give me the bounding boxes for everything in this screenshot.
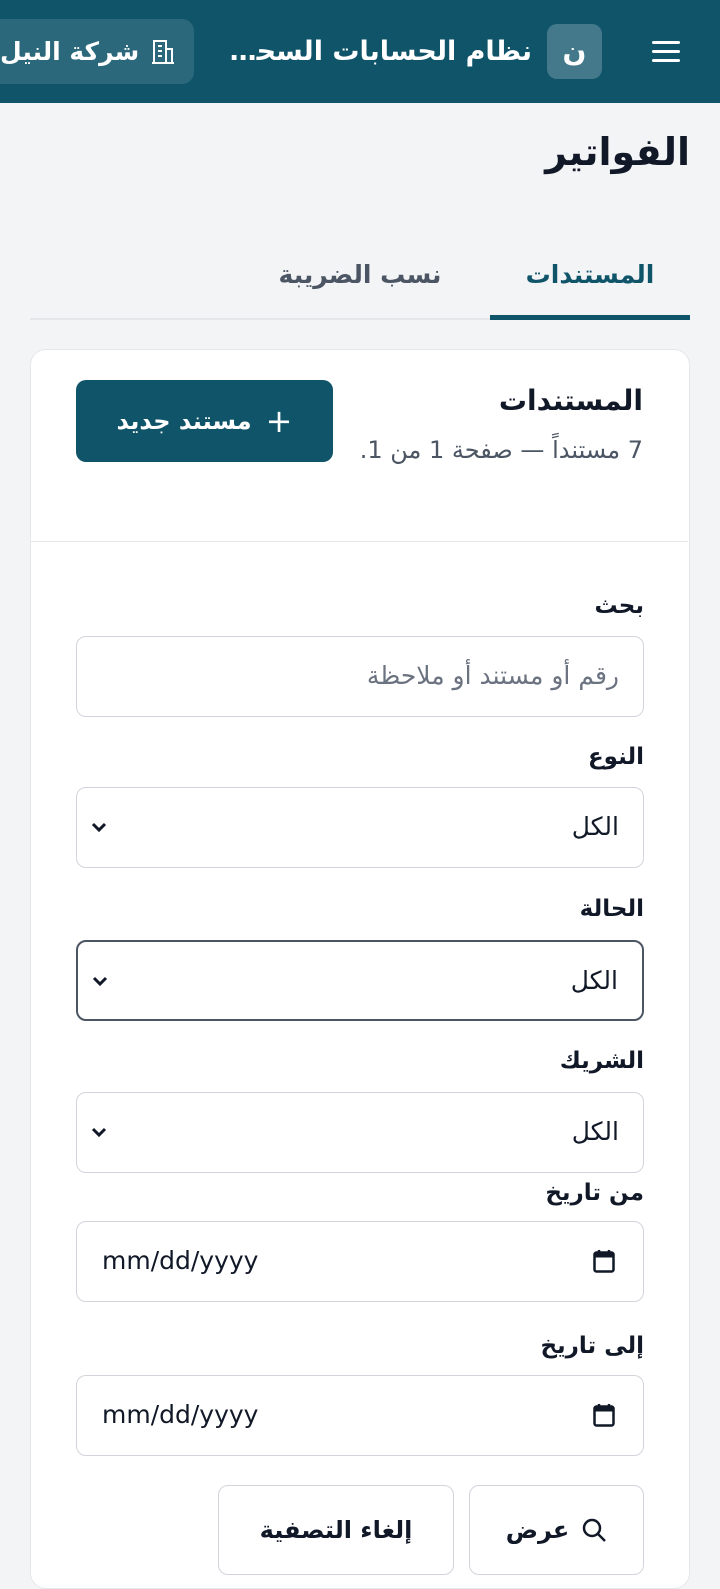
app-name: نظام الحسابات السحابية (222, 36, 532, 67)
type-label: النوع (587, 744, 644, 770)
documents-card: المستندات 7 مستنداً — صفحة 1 من 1. + مست… (30, 349, 690, 1589)
show-button-label: عرض (505, 1516, 570, 1544)
card-title: المستندات (498, 384, 643, 417)
app-logo-badge: ن (547, 24, 602, 79)
calendar-icon[interactable] (593, 1403, 615, 1427)
new-document-button[interactable]: + مستند جديد (76, 380, 333, 462)
partner-selected-value: الكل (571, 1117, 619, 1146)
tab-documents[interactable]: المستندات (490, 236, 690, 320)
to-date-input[interactable]: mm/dd/yyyy (76, 1375, 644, 1456)
status-select[interactable]: الكل (76, 940, 644, 1021)
partner-select[interactable]: الكل (76, 1092, 644, 1173)
type-selected-value: الكل (571, 812, 619, 841)
plus-icon: + (265, 402, 293, 440)
search-input[interactable]: رقم أو مستند أو ملاحظة (76, 636, 644, 717)
hamburger-menu-icon[interactable] (646, 28, 680, 74)
clear-filter-button[interactable]: إلغاء التصفية (218, 1485, 454, 1575)
partner-label: الشريك (559, 1048, 644, 1074)
tab-tax-rates[interactable]: نسب الضريبة (240, 236, 480, 320)
tab-bar: المستندات نسب الضريبة (30, 236, 690, 320)
company-name: شركة النيل (0, 37, 140, 66)
top-navigation-bar: ن نظام الحسابات السحابية شركة النيل (0, 0, 720, 103)
building-icon (152, 39, 175, 64)
type-select[interactable]: الكل (76, 787, 644, 868)
show-button[interactable]: عرض (469, 1485, 644, 1575)
search-placeholder: رقم أو مستند أو ملاحظة (366, 661, 619, 690)
from-date-value: mm/dd/yyyy (102, 1246, 259, 1275)
clear-filter-label: إلغاء التصفية (259, 1516, 413, 1544)
search-icon (583, 1518, 607, 1542)
new-document-label: مستند جديد (116, 407, 252, 435)
documents-summary: 7 مستنداً — صفحة 1 من 1. (359, 436, 643, 464)
chevron-down-icon (91, 1127, 107, 1138)
to-date-value: mm/dd/yyyy (102, 1400, 259, 1429)
calendar-icon[interactable] (593, 1249, 615, 1273)
from-date-input[interactable]: mm/dd/yyyy (76, 1221, 644, 1302)
to-date-label: إلى تاريخ (540, 1333, 644, 1359)
page-title: الفواتير (545, 130, 690, 174)
card-header: المستندات 7 مستنداً — صفحة 1 من 1. + مست… (31, 350, 688, 542)
chevron-down-icon (92, 976, 108, 987)
company-switcher[interactable]: شركة النيل (0, 19, 194, 84)
search-label: بحث (594, 593, 644, 619)
from-date-label: من تاريخ (545, 1180, 644, 1206)
status-selected-value: الكل (570, 966, 618, 995)
chevron-down-icon (91, 822, 107, 833)
status-label: الحالة (579, 896, 644, 922)
